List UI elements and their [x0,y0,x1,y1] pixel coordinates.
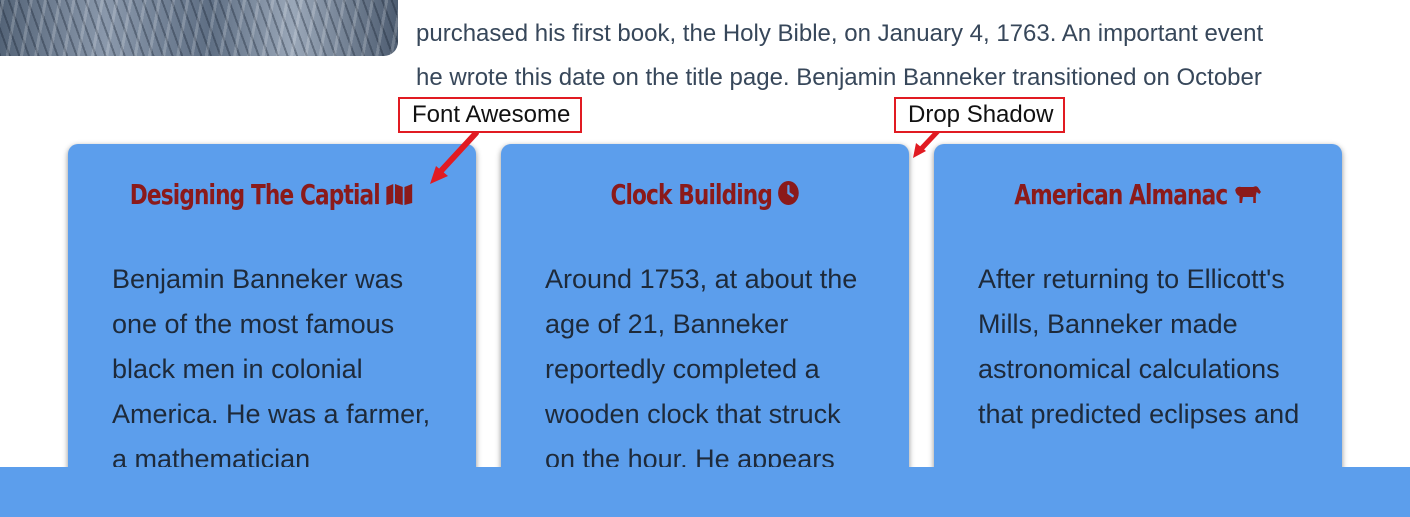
card-body: Around 1753, at about the age of 21, Ban… [545,263,858,474]
clock-icon [777,180,799,213]
card-title-text: Clock Building [610,178,773,211]
hero-photo [0,0,398,56]
horse-icon [1232,180,1261,213]
intro-line: he wrote this date on the title page. Be… [416,64,1262,91]
map-icon [385,180,414,213]
card-title: Clock Building [530,178,881,213]
intro-line: purchased his first book, the Holy Bible… [416,20,1264,47]
card-american-almanac: American Almanac After returning to Elli… [934,144,1342,504]
intro-text: purchased his first book, the Holy Bible… [416,12,1410,100]
footer-band [0,467,1410,517]
card-body: After returning to Ellicott's Mills, Ban… [978,263,1300,429]
card-title: Designing The Captial [97,178,448,213]
annotation-font-awesome: Font Awesome [398,97,583,133]
annotation-drop-shadow: Drop Shadow [894,97,1066,133]
card-title-text: Designing The Captial [129,178,381,211]
card-designing-the-capital: Designing The Captial Benjamin Banneker … [68,144,476,504]
card-title-text: American Almanac [1014,178,1228,211]
card-title: American Almanac [963,178,1314,213]
card-body: Benjamin Banneker was one of the most fa… [112,263,431,474]
card-clock-building: Clock Building Around 1753, at about the… [501,144,909,504]
